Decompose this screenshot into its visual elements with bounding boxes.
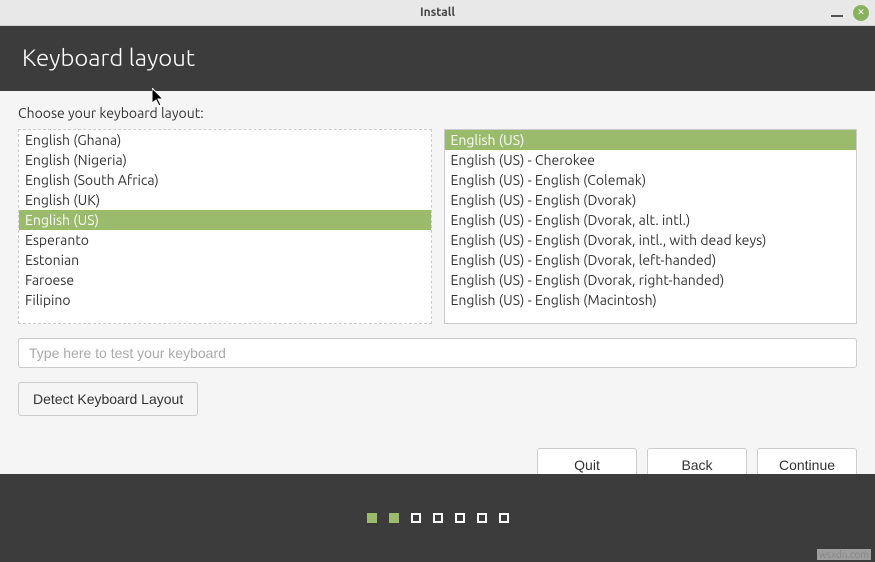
list-item[interactable]: English (Nigeria) xyxy=(19,150,431,170)
list-item[interactable]: English (Ghana) xyxy=(19,130,431,150)
list-item[interactable]: English (US) - English (Macintosh) xyxy=(445,290,857,310)
list-item[interactable]: Estonian xyxy=(19,250,431,270)
window-title: Install xyxy=(420,6,455,19)
titlebar: Install xyxy=(0,0,875,26)
watermark: wsxdn.com xyxy=(817,549,871,560)
list-item[interactable]: English (US) - English (Dvorak, alt. int… xyxy=(445,210,857,230)
progress-dot xyxy=(367,513,377,523)
layout-prompt: Choose your keyboard layout: xyxy=(18,105,857,121)
main-content: Choose your keyboard layout: English (Gh… xyxy=(0,91,875,434)
list-item[interactable]: English (South Africa) xyxy=(19,170,431,190)
page-header: Keyboard layout xyxy=(0,26,875,91)
progress-footer xyxy=(0,474,875,562)
list-item[interactable]: Esperanto xyxy=(19,230,431,250)
list-item[interactable]: English (US) - Cherokee xyxy=(445,150,857,170)
list-item[interactable]: English (US) - English (Dvorak, left-han… xyxy=(445,250,857,270)
progress-dot xyxy=(389,513,399,523)
list-item[interactable]: Faroese xyxy=(19,270,431,290)
page-title: Keyboard layout xyxy=(22,44,853,71)
keyboard-test-input[interactable] xyxy=(18,338,857,368)
progress-dot xyxy=(455,513,465,523)
list-item[interactable]: English (US) xyxy=(445,130,857,150)
progress-dot xyxy=(433,513,443,523)
progress-dot xyxy=(477,513,487,523)
close-icon[interactable] xyxy=(853,5,869,21)
list-item[interactable]: English (UK) xyxy=(19,190,431,210)
progress-dot xyxy=(499,513,509,523)
language-listbox[interactable]: English (Ghana)English (Nigeria)English … xyxy=(18,129,432,324)
variant-listbox[interactable]: English (US)English (US) - CherokeeEngli… xyxy=(444,129,858,324)
layout-columns: English (Ghana)English (Nigeria)English … xyxy=(18,129,857,324)
minimize-icon[interactable] xyxy=(831,15,843,17)
list-item[interactable]: English (US) xyxy=(19,210,431,230)
progress-dot xyxy=(411,513,421,523)
list-item[interactable]: English (US) - English (Colemak) xyxy=(445,170,857,190)
list-item[interactable]: Filipino xyxy=(19,290,431,310)
list-item[interactable]: English (US) - English (Dvorak, right-ha… xyxy=(445,270,857,290)
window-controls xyxy=(831,5,869,21)
list-item[interactable]: English (US) - English (Dvorak, intl., w… xyxy=(445,230,857,250)
detect-button[interactable]: Detect Keyboard Layout xyxy=(18,382,198,416)
list-item[interactable]: English (US) - English (Dvorak) xyxy=(445,190,857,210)
